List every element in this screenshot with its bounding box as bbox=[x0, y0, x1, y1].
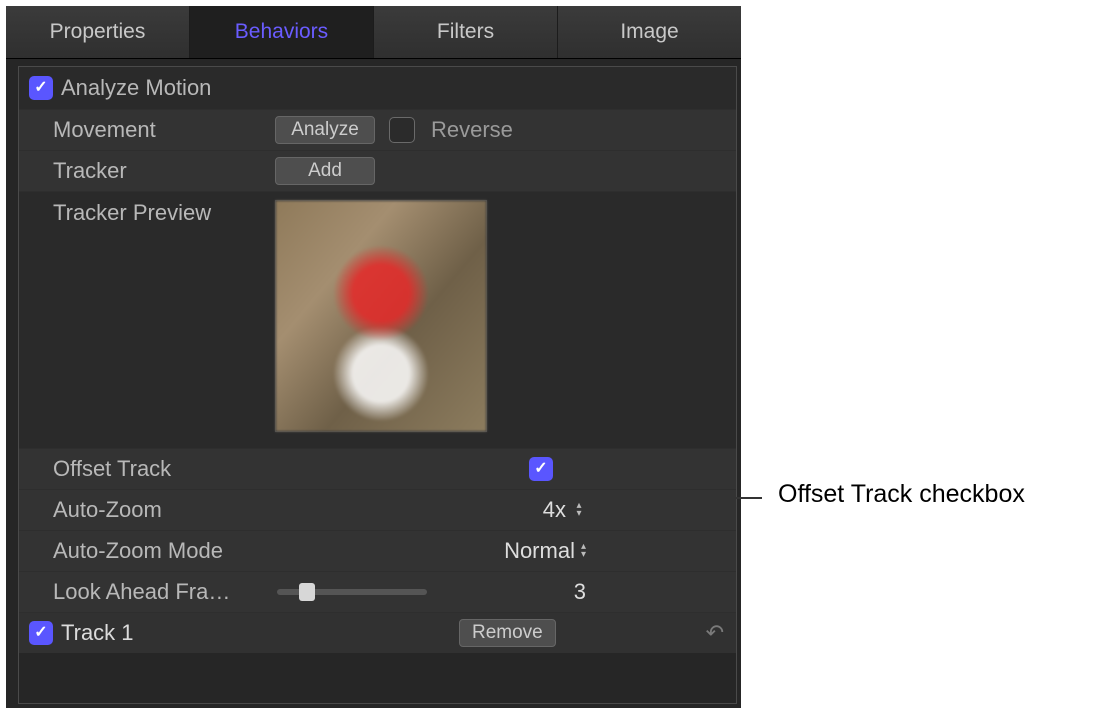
row-track1: ✓ Track 1 Remove ↶ bbox=[19, 612, 736, 653]
look-ahead-slider[interactable] bbox=[277, 589, 427, 595]
row-tracker-preview: Tracker Preview bbox=[19, 191, 736, 448]
tab-behaviors[interactable]: Behaviors bbox=[190, 6, 374, 58]
add-tracker-button[interactable]: Add bbox=[275, 157, 375, 185]
reverse-label: Reverse bbox=[431, 117, 513, 143]
header-analyze-motion: ✓ Analyze Motion bbox=[19, 67, 736, 109]
auto-zoom-mode-value[interactable]: Normal bbox=[504, 538, 575, 564]
tab-filters-label: Filters bbox=[437, 19, 494, 44]
tab-properties-label: Properties bbox=[50, 19, 146, 44]
look-ahead-label: Look Ahead Fra… bbox=[53, 579, 233, 605]
tab-filters[interactable]: Filters bbox=[374, 6, 558, 58]
analyze-motion-label: Analyze Motion bbox=[61, 75, 211, 101]
reverse-checkbox[interactable]: ✓ bbox=[389, 117, 415, 143]
callout-text: Offset Track checkbox bbox=[778, 480, 1025, 509]
auto-zoom-value[interactable]: 4x bbox=[543, 497, 566, 523]
track1-checkbox[interactable]: ✓ bbox=[29, 621, 53, 645]
offset-track-checkbox[interactable]: ✓ bbox=[529, 457, 553, 481]
auto-zoom-label: Auto-Zoom bbox=[53, 497, 243, 523]
row-look-ahead: Look Ahead Fra… 3 bbox=[19, 571, 736, 612]
tab-behaviors-label: Behaviors bbox=[235, 19, 328, 44]
tracker-preview-image bbox=[275, 200, 487, 432]
inspector-body: ✓ Analyze Motion Movement Analyze ✓ Reve… bbox=[18, 66, 737, 704]
tracker-label: Tracker bbox=[53, 158, 243, 184]
analyze-button[interactable]: Analyze bbox=[275, 116, 375, 144]
tracker-preview-thumbnail bbox=[275, 200, 487, 432]
track1-label: Track 1 bbox=[61, 620, 134, 646]
tab-image-label: Image bbox=[620, 19, 678, 44]
auto-zoom-stepper[interactable]: ▴▾ bbox=[572, 502, 586, 518]
tab-properties[interactable]: Properties bbox=[6, 6, 190, 58]
row-movement: Movement Analyze ✓ Reverse bbox=[19, 109, 736, 150]
row-tracker: Tracker Add bbox=[19, 150, 736, 191]
analyze-motion-checkbox[interactable]: ✓ bbox=[29, 76, 53, 100]
tab-image[interactable]: Image bbox=[558, 6, 741, 58]
reset-icon[interactable]: ↶ bbox=[706, 613, 724, 653]
auto-zoom-mode-stepper[interactable]: ▴▾ bbox=[581, 543, 586, 559]
row-auto-zoom-mode: Auto-Zoom Mode Normal ▴▾ bbox=[19, 530, 736, 571]
auto-zoom-mode-label: Auto-Zoom Mode bbox=[53, 538, 243, 564]
remove-tracker-button-label: Remove bbox=[472, 622, 543, 645]
offset-track-label: Offset Track bbox=[53, 456, 243, 482]
row-offset-track: Offset Track ✓ bbox=[19, 448, 736, 489]
remove-tracker-button[interactable]: Remove bbox=[459, 619, 556, 647]
look-ahead-value[interactable]: 3 bbox=[574, 579, 586, 605]
add-tracker-button-label: Add bbox=[308, 160, 342, 183]
tracker-preview-label: Tracker Preview bbox=[53, 200, 243, 226]
row-auto-zoom: Auto-Zoom 4x ▴▾ bbox=[19, 489, 736, 530]
analyze-button-label: Analyze bbox=[291, 119, 359, 142]
movement-label: Movement bbox=[53, 117, 243, 143]
inspector-tabbar: Properties Behaviors Filters Image bbox=[6, 6, 741, 59]
callout-line bbox=[562, 497, 762, 499]
look-ahead-slider-thumb[interactable] bbox=[299, 583, 315, 601]
